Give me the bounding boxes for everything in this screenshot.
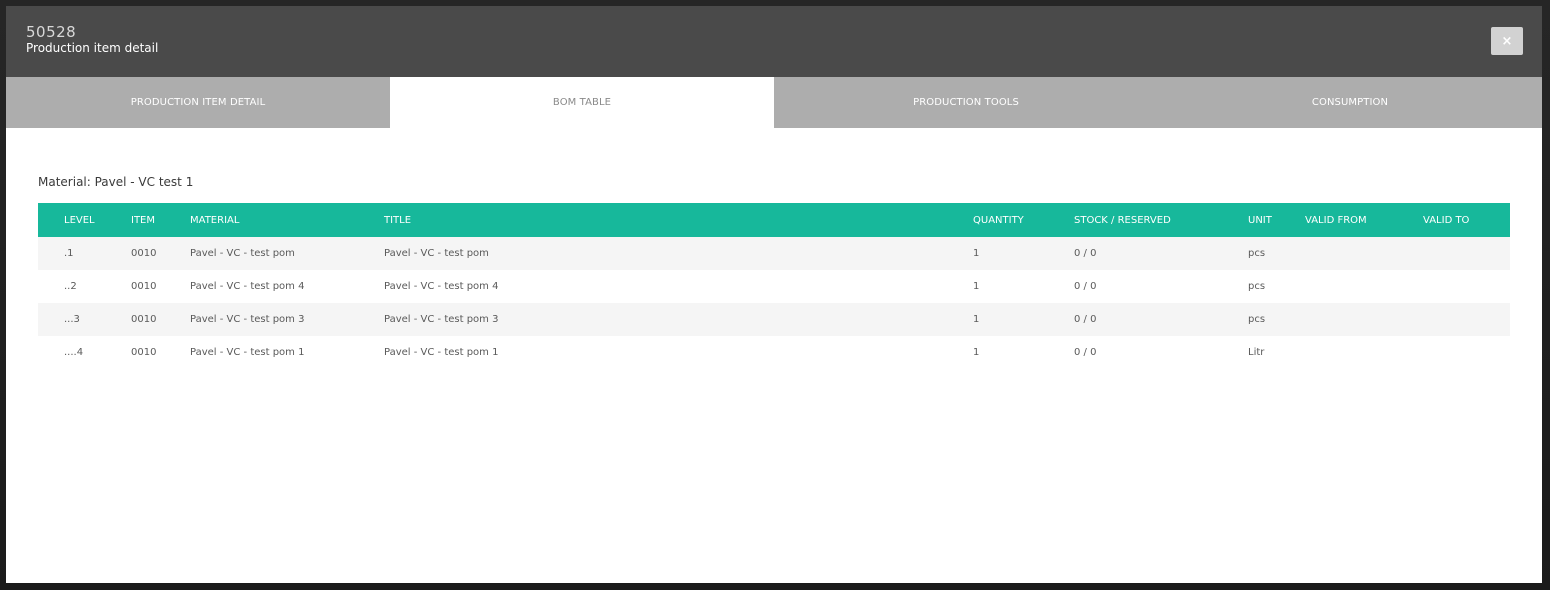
close-button[interactable]: × bbox=[1491, 27, 1523, 55]
table-row[interactable]: ....4 0010 Pavel - VC - test pom 1 Pavel… bbox=[38, 336, 1510, 369]
item-id: 50528 bbox=[26, 23, 77, 41]
cell-material: Pavel - VC - test pom 4 bbox=[190, 281, 305, 292]
table-header-row: LEVEL ITEM MATERIAL TITLE QUANTITY STOCK… bbox=[38, 203, 1510, 237]
table-row[interactable]: ..2 0010 Pavel - VC - test pom 4 Pavel -… bbox=[38, 270, 1510, 303]
cell-valid-from bbox=[1305, 303, 1423, 336]
tab-production-item-detail[interactable]: PRODUCTION ITEM DETAIL bbox=[6, 77, 390, 128]
material-label: Material: Pavel - VC test 1 bbox=[38, 175, 194, 189]
cell-quantity: 1 bbox=[973, 314, 980, 325]
cell-material: Pavel - VC - test pom 3 bbox=[190, 314, 305, 325]
cell-item: 0010 bbox=[131, 347, 157, 358]
cell-item: 0010 bbox=[131, 314, 157, 325]
cell-item: 0010 bbox=[131, 281, 157, 292]
column-header-stock-reserved[interactable]: STOCK / RESERVED bbox=[1074, 203, 1248, 237]
modal-title: Production item detail bbox=[26, 41, 159, 55]
cell-level: .1 bbox=[64, 248, 74, 259]
tab-bom-table[interactable]: BOM TABLE bbox=[390, 77, 774, 128]
tab-production-tools[interactable]: PRODUCTION TOOLS bbox=[774, 77, 1158, 128]
cell-valid-to bbox=[1423, 303, 1510, 336]
cell-valid-to bbox=[1423, 270, 1510, 303]
cell-title: Pavel - VC - test pom bbox=[384, 248, 489, 259]
cell-unit: pcs bbox=[1248, 314, 1266, 325]
cell-item: 0010 bbox=[131, 248, 157, 259]
cell-stock-reserved: 0 / 0 bbox=[1074, 248, 1097, 259]
column-header-title[interactable]: TITLE bbox=[384, 203, 973, 237]
cell-unit: pcs bbox=[1248, 248, 1266, 259]
column-header-material[interactable]: MATERIAL bbox=[190, 203, 384, 237]
cell-quantity: 1 bbox=[973, 248, 980, 259]
cell-unit: pcs bbox=[1248, 281, 1266, 292]
bom-table: LEVEL ITEM MATERIAL TITLE QUANTITY STOCK… bbox=[38, 203, 1510, 369]
cell-stock-reserved: 0 / 0 bbox=[1074, 281, 1097, 292]
column-header-valid-to[interactable]: VALID TO bbox=[1423, 203, 1510, 237]
cell-stock-reserved: 0 / 0 bbox=[1074, 347, 1097, 358]
cell-valid-from bbox=[1305, 336, 1423, 369]
close-icon: × bbox=[1501, 33, 1513, 49]
cell-stock-reserved: 0 / 0 bbox=[1074, 314, 1097, 325]
tab-bar: PRODUCTION ITEM DETAIL BOM TABLE PRODUCT… bbox=[6, 77, 1542, 128]
cell-material: Pavel - VC - test pom 1 bbox=[190, 347, 305, 358]
cell-valid-to bbox=[1423, 237, 1510, 270]
cell-quantity: 1 bbox=[973, 347, 980, 358]
column-header-unit[interactable]: UNIT bbox=[1248, 203, 1305, 237]
table-row[interactable]: ...3 0010 Pavel - VC - test pom 3 Pavel … bbox=[38, 303, 1510, 336]
cell-quantity: 1 bbox=[973, 281, 980, 292]
cell-title: Pavel - VC - test pom 1 bbox=[384, 347, 499, 358]
cell-valid-from bbox=[1305, 270, 1423, 303]
cell-title: Pavel - VC - test pom 4 bbox=[384, 281, 499, 292]
cell-unit: Litr bbox=[1248, 347, 1265, 358]
column-header-level[interactable]: LEVEL bbox=[38, 203, 131, 237]
column-header-quantity[interactable]: QUANTITY bbox=[973, 203, 1074, 237]
cell-title: Pavel - VC - test pom 3 bbox=[384, 314, 499, 325]
tab-consumption[interactable]: CONSUMPTION bbox=[1158, 77, 1542, 128]
cell-level: ...3 bbox=[64, 314, 80, 325]
cell-level: ....4 bbox=[64, 347, 84, 358]
tab-content: Material: Pavel - VC test 1 LEVEL ITEM M… bbox=[6, 128, 1542, 583]
cell-valid-from bbox=[1305, 237, 1423, 270]
cell-material: Pavel - VC - test pom bbox=[190, 248, 295, 259]
table-row[interactable]: .1 0010 Pavel - VC - test pom Pavel - VC… bbox=[38, 237, 1510, 270]
cell-level: ..2 bbox=[64, 281, 77, 292]
modal-header: 50528 Production item detail × bbox=[6, 6, 1542, 77]
cell-valid-to bbox=[1423, 336, 1510, 369]
column-header-valid-from[interactable]: VALID FROM bbox=[1305, 203, 1423, 237]
production-item-modal: 50528 Production item detail × PRODUCTIO… bbox=[6, 6, 1542, 583]
column-header-item[interactable]: ITEM bbox=[131, 203, 190, 237]
